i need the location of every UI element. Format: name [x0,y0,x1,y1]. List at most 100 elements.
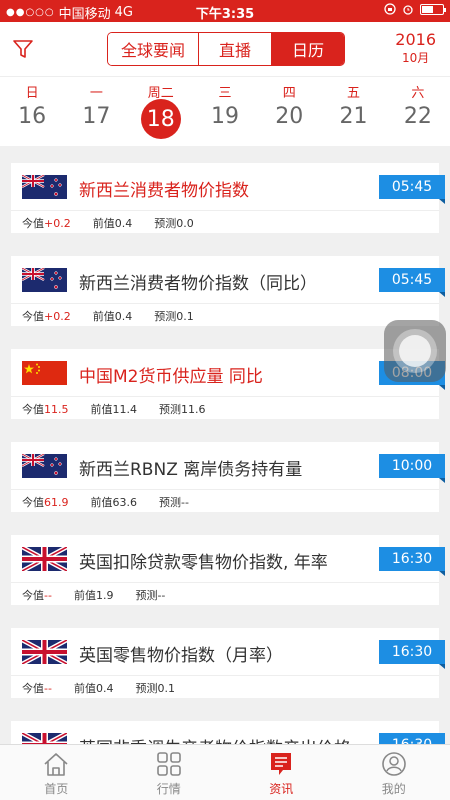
header: 全球要闻 直播 日历 2016 10月 [0,22,450,76]
previous-label: 前值 [92,217,115,230]
actual-label: 今值 [22,496,44,509]
actual-value: 今值61.9 [22,494,69,510]
forecast-label: 预测 [159,403,181,416]
bottom-tab-bar: 首页 行情 资讯 我的 [0,744,450,800]
day-cell[interactable]: 周二 18 [129,77,193,146]
previous-label: 前值 [90,496,113,509]
event-title: 英国零售物价指数（月率） [79,646,283,666]
previous-value: 前值0.4 [93,215,133,231]
weekday-label: 一 [89,86,103,101]
previous-value: 前值0.4 [74,680,114,696]
country-flag-icon [21,266,67,292]
day-cell[interactable]: 三 19 [193,77,257,146]
date-number: 19 [210,104,239,129]
news-icon [225,745,338,780]
forecast-number: 11.6 [181,403,206,416]
event-card[interactable]: 新西兰消费者物价指数 05:45 今值+0.2 前值0.4 预测0.0 [11,163,445,233]
tab-news[interactable]: 资讯 [225,745,338,800]
tab-label: 我的 [381,782,406,796]
actual-label: 今值 [22,310,44,323]
weekday-label: 周二 [147,86,174,101]
event-time-badge: 10:00 [379,454,445,483]
event-list[interactable]: 新西兰消费者物价指数 05:45 今值+0.2 前值0.4 预测0.0 新西兰消费者物价指… [0,146,450,744]
forecast-value: 预测0.0 [154,215,194,231]
event-values-row: 今值11.5 前值11.4 预测11.6 [11,397,439,419]
actual-number: -- [44,682,52,695]
event-card[interactable]: 英国非季调生产者物价指数产出价格16:30今值前值预测 [11,721,445,744]
previous-label: 前值 [73,589,96,602]
day-cell[interactable]: 一 17 [64,77,128,146]
assistive-touch-button[interactable] [384,320,446,382]
forecast-label: 预测 [159,496,181,509]
forecast-label: 预测 [154,217,177,230]
actual-value: 今值+0.2 [22,308,71,324]
previous-number: 11.4 [112,403,138,416]
day-cell[interactable]: 日 16 [0,77,64,146]
tab-2[interactable]: 日历 [272,33,344,65]
previous-value: 前值11.4 [91,401,138,417]
day-cell[interactable]: 四 20 [257,77,321,146]
event-header-row: 新西兰RBNZ 离岸债务持有量 10:00 [11,442,445,490]
actual-number: -- [44,589,52,602]
event-time-badge: 16:30 [379,640,445,669]
event-values-row: 今值61.9 前值63.6 预测-- [11,490,439,512]
weekday-label: 五 [347,86,361,101]
event-values-row: 今值+0.2 前值0.4 预测0.1 [11,304,439,326]
event-values-row: 今值-- 前值1.9 预测-- [11,583,439,605]
event-card[interactable]: 英国零售物价指数（月率） 16:30 今值-- 前值0.4 预测0.1 [11,628,445,698]
event-card[interactable]: 新西兰RBNZ 离岸债务持有量 10:00 今值61.9 前值63.6 预测-- [11,442,445,512]
actual-number: +0.2 [44,217,71,230]
event-header-row: 英国扣除贷款零售物价指数, 年率 16:30 [11,535,445,583]
tab-0[interactable]: 全球要闻 [108,33,199,65]
previous-label: 前值 [90,403,113,416]
weekday-label: 六 [411,86,425,101]
date-number: 17 [82,104,111,129]
event-card[interactable]: 新西兰消费者物价指数（同比） 05:45 今值+0.2 前值0.4 预测0.1 [11,256,445,326]
forecast-number: -- [157,589,166,602]
alarm-icon [403,5,413,15]
month-label: 10月 [402,51,430,65]
weekday-label: 四 [282,86,296,101]
battery-icon [420,3,446,15]
day-cell[interactable]: 五 21 [321,77,385,146]
forecast-number: 0.1 [157,682,175,695]
tab-1[interactable]: 直播 [199,33,272,65]
previous-number: 0.4 [95,682,114,695]
event-header-row: 中国M2货币供应量 同比08:00 [11,349,445,397]
actual-number: 61.9 [44,496,69,509]
previous-label: 前值 [92,310,115,323]
event-values-row: 今值+0.2 前值0.4 预测0.0 [11,211,439,233]
tab-home[interactable]: 首页 [0,745,113,800]
event-time-badge: 16:30 [379,547,445,576]
forecast-value: 预测11.6 [159,401,206,417]
month-picker[interactable]: 2016 10月 [395,30,436,66]
event-card[interactable]: 中国M2货币供应量 同比08:00 今值11.5 前值11.4 预测11.6 [11,349,445,419]
selected-date-circle: 18 [140,99,181,139]
previous-number: 1.9 [95,589,114,602]
actual-value: 今值-- [22,680,52,696]
event-card[interactable]: 英国扣除贷款零售物价指数, 年率 16:30 今值-- 前值1.9 预测-- [11,535,445,605]
day-cell[interactable]: 六 22 [386,77,450,146]
event-title: 英国扣除贷款零售物价指数, 年率 [79,553,328,573]
clock: 下午3:35 [195,7,255,22]
previous-value: 前值63.6 [91,494,138,510]
filter-icon[interactable] [12,38,34,60]
previous-value: 前值1.9 [74,587,114,603]
previous-number: 63.6 [112,496,138,509]
actual-label: 今值 [22,403,44,416]
event-title: 新西兰消费者物价指数（同比） [79,274,317,294]
previous-label: 前值 [73,682,96,695]
actual-label: 今值 [22,217,44,230]
tab-user[interactable]: 我的 [338,745,450,800]
forecast-value: 预测0.1 [154,308,194,324]
forecast-number: 0.1 [176,310,194,323]
tab-grid[interactable]: 行情 [113,745,226,800]
grid-icon [113,745,226,780]
event-header-row: 英国零售物价指数（月率） 16:30 [11,628,445,676]
event-title: 英国非季调生产者物价指数产出价格 [79,734,351,744]
user-icon [338,745,450,780]
actual-value: 今值+0.2 [22,215,71,231]
country-flag-icon [20,545,69,573]
previous-value: 前值0.4 [93,308,133,324]
previous-number: 0.4 [114,310,133,323]
